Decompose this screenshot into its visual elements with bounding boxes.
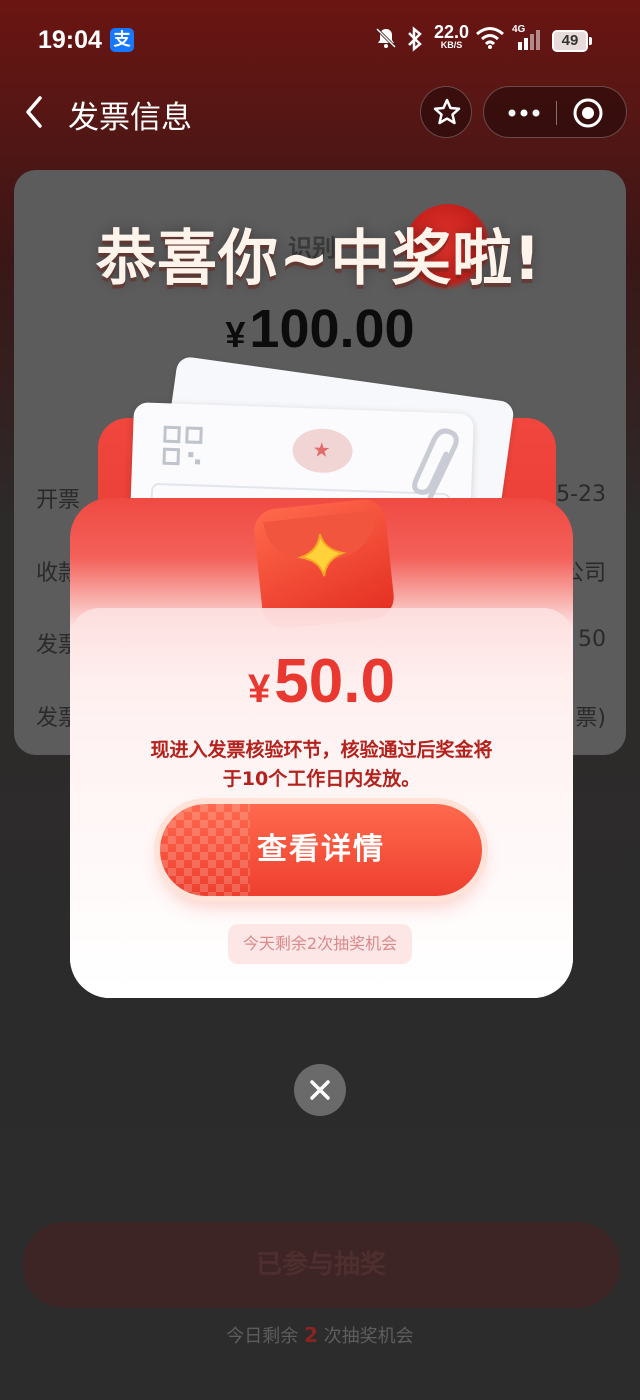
- remaining-suffix: 次抽奖机会: [323, 1326, 414, 1347]
- close-popup-button[interactable]: [294, 1064, 346, 1116]
- prize-currency: ¥: [248, 667, 271, 711]
- mute-bell-icon: [375, 27, 397, 49]
- capsule-divider: [556, 101, 557, 125]
- prize-description: 现进入发票核验环节，核验通过后奖金将于10个工作日内发放。: [150, 739, 493, 790]
- bluetooth-icon: [408, 26, 422, 52]
- invoice-amount: ¥100.00: [0, 298, 640, 360]
- back-icon[interactable]: [20, 94, 50, 130]
- stamp-icon: [291, 427, 354, 474]
- remaining-prefix: 今日剩余: [226, 1326, 299, 1347]
- congrats-title: 恭喜你~中奖啦!: [96, 224, 542, 294]
- button-pattern: [160, 804, 250, 896]
- more-icon[interactable]: [500, 87, 556, 139]
- row-value-invoice-number: 50: [578, 627, 606, 652]
- prize-amount: ¥50.0: [70, 646, 573, 717]
- view-details-label: 查看详情: [257, 832, 385, 867]
- invoice-amount-value: 100.00: [249, 299, 415, 359]
- remaining-chances-pill: 今天剩余2次抽奖机会: [228, 924, 412, 964]
- mini-app-capsule: [483, 86, 627, 138]
- nav-bar: 发票信息: [0, 82, 640, 142]
- wifi-icon: [476, 27, 504, 49]
- close-miniapp-icon[interactable]: [572, 97, 604, 129]
- currency-symbol: ¥: [225, 314, 246, 355]
- net-speed-value: 22.0: [434, 22, 470, 42]
- net-speed: 22.0 KB/S: [434, 22, 470, 50]
- paperclip-icon: [412, 428, 459, 501]
- close-icon: [310, 1080, 330, 1100]
- view-details-button[interactable]: 查看详情: [160, 804, 482, 896]
- remaining-count: 2: [304, 1323, 318, 1347]
- gold-star-icon: [297, 533, 347, 577]
- prize-popup: ¥50.0 现进入发票核验环节，核验通过后奖金将于10个工作日内发放。 查看详情…: [70, 355, 573, 998]
- battery-indicator: 49: [552, 30, 592, 52]
- favorite-button[interactable]: [420, 86, 472, 138]
- remaining-chances-text: 今日剩余 2 次抽奖机会: [0, 1322, 640, 1348]
- alipay-icon: 支: [110, 28, 134, 52]
- status-bar: 19:04 支 22.0 KB/S 4G 49: [0, 0, 640, 80]
- participated-button[interactable]: 已参与抽奖: [22, 1222, 620, 1308]
- signal-icon: [518, 30, 540, 50]
- status-time: 19:04: [38, 26, 102, 54]
- star-outline-icon: [433, 98, 461, 125]
- qr-code-icon: [162, 425, 203, 466]
- row-value-invoice-type: 票): [575, 706, 606, 731]
- page-title: 发票信息: [68, 100, 192, 136]
- prize-amount-value: 50.0: [274, 647, 395, 716]
